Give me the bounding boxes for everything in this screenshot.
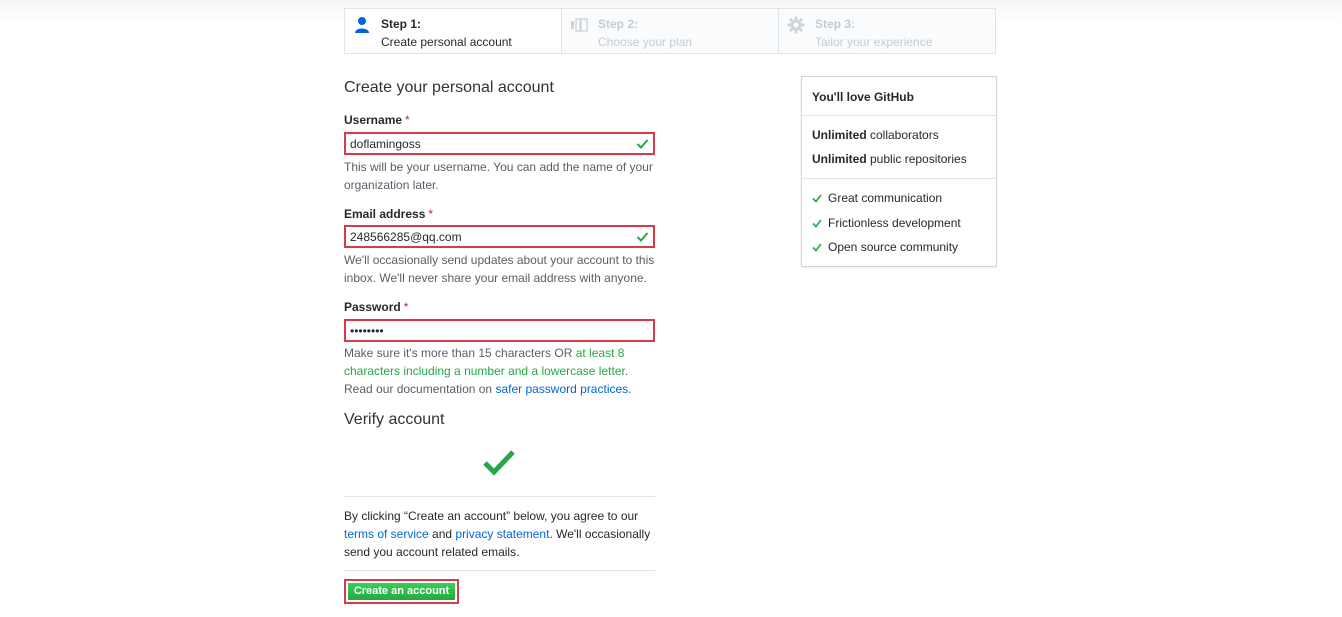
step-title: Step 3: bbox=[815, 17, 856, 31]
create-account-label: Create an account bbox=[348, 583, 455, 600]
verify-title: Verify account bbox=[344, 411, 445, 428]
step-title: Step 2: bbox=[598, 17, 639, 31]
signup-steps: Step 1: Create personal account Step 2: … bbox=[344, 8, 996, 54]
step-1: Step 1: Create personal account bbox=[345, 9, 562, 53]
username-field-wrapper bbox=[344, 132, 655, 155]
required-mark: * bbox=[403, 300, 409, 314]
password-help: Make sure it's more than 15 characters O… bbox=[344, 344, 659, 398]
check-icon bbox=[812, 194, 822, 203]
password-help-text: . bbox=[628, 382, 632, 396]
username-input[interactable] bbox=[350, 136, 630, 151]
feature-item: Unlimited collaborators bbox=[812, 128, 939, 142]
benefit-item: Open source community bbox=[812, 240, 958, 254]
privacy-link[interactable]: privacy statement bbox=[455, 527, 549, 541]
divider bbox=[344, 570, 655, 571]
verified-check-icon bbox=[483, 450, 515, 476]
feature-text: public repositories bbox=[866, 152, 967, 166]
step-title: Step 1: bbox=[381, 17, 422, 31]
password-help-text: Make sure it's more than 15 characters O… bbox=[344, 346, 576, 360]
required-mark: * bbox=[428, 207, 434, 221]
safer-password-link[interactable]: safer password practices bbox=[495, 382, 628, 396]
step-subtitle: Tailor your experience bbox=[815, 35, 933, 49]
check-icon bbox=[636, 139, 649, 149]
gear-icon bbox=[787, 16, 805, 34]
username-label: Username * bbox=[344, 113, 410, 127]
step-subtitle: Create personal account bbox=[381, 35, 512, 49]
email-label: Email address * bbox=[344, 207, 433, 221]
person-icon bbox=[355, 17, 369, 33]
check-icon bbox=[636, 232, 649, 242]
step-2: Step 2: Choose your plan bbox=[562, 9, 779, 53]
benefit-item: Great communication bbox=[812, 191, 942, 205]
benefit-item: Frictionless development bbox=[812, 216, 961, 230]
step-3: Step 3: Tailor your experience bbox=[779, 9, 995, 53]
benefits-panel: You'll love GitHub Unlimited collaborato… bbox=[801, 76, 997, 267]
username-label-text: Username bbox=[344, 113, 403, 127]
password-help-text: Read our documentation on bbox=[344, 382, 496, 396]
password-input[interactable] bbox=[350, 323, 630, 338]
email-input[interactable] bbox=[350, 229, 630, 244]
required-mark: * bbox=[405, 113, 410, 127]
divider bbox=[344, 496, 655, 497]
benefit-text: Frictionless development bbox=[828, 216, 961, 230]
benefit-text: Open source community bbox=[828, 240, 959, 254]
legal-text-part: and bbox=[428, 527, 456, 541]
plan-icon bbox=[571, 18, 588, 32]
feature-item: Unlimited public repositories bbox=[812, 152, 967, 166]
password-field-wrapper bbox=[344, 319, 655, 342]
legal-text-part: By clicking “Create an account” below, y… bbox=[344, 509, 639, 523]
divider bbox=[802, 115, 996, 116]
benefit-text: Great communication bbox=[828, 191, 943, 205]
feature-bold: Unlimited bbox=[812, 152, 867, 166]
email-field-wrapper bbox=[344, 225, 655, 248]
password-label-text: Password bbox=[344, 300, 401, 314]
divider bbox=[802, 178, 996, 179]
legal-text: By clicking “Create an account” below, y… bbox=[344, 507, 659, 561]
create-account-button[interactable]: Create an account bbox=[344, 579, 459, 604]
step-subtitle: Choose your plan bbox=[598, 35, 693, 49]
benefits-title: You'll love GitHub bbox=[812, 90, 914, 104]
form-title: Create your personal account bbox=[344, 79, 554, 96]
check-icon bbox=[812, 219, 822, 228]
password-help-text: . bbox=[624, 364, 629, 378]
feature-bold: Unlimited bbox=[812, 128, 867, 142]
feature-text: collaborators bbox=[866, 128, 939, 142]
email-label-text: Email address bbox=[344, 207, 426, 221]
username-help: This will be your username. You can add … bbox=[344, 160, 653, 192]
check-icon bbox=[812, 243, 822, 252]
email-help: We'll occasionally send updates about yo… bbox=[344, 253, 655, 285]
password-label: Password * bbox=[344, 300, 408, 314]
terms-link[interactable]: terms of service bbox=[344, 527, 429, 541]
